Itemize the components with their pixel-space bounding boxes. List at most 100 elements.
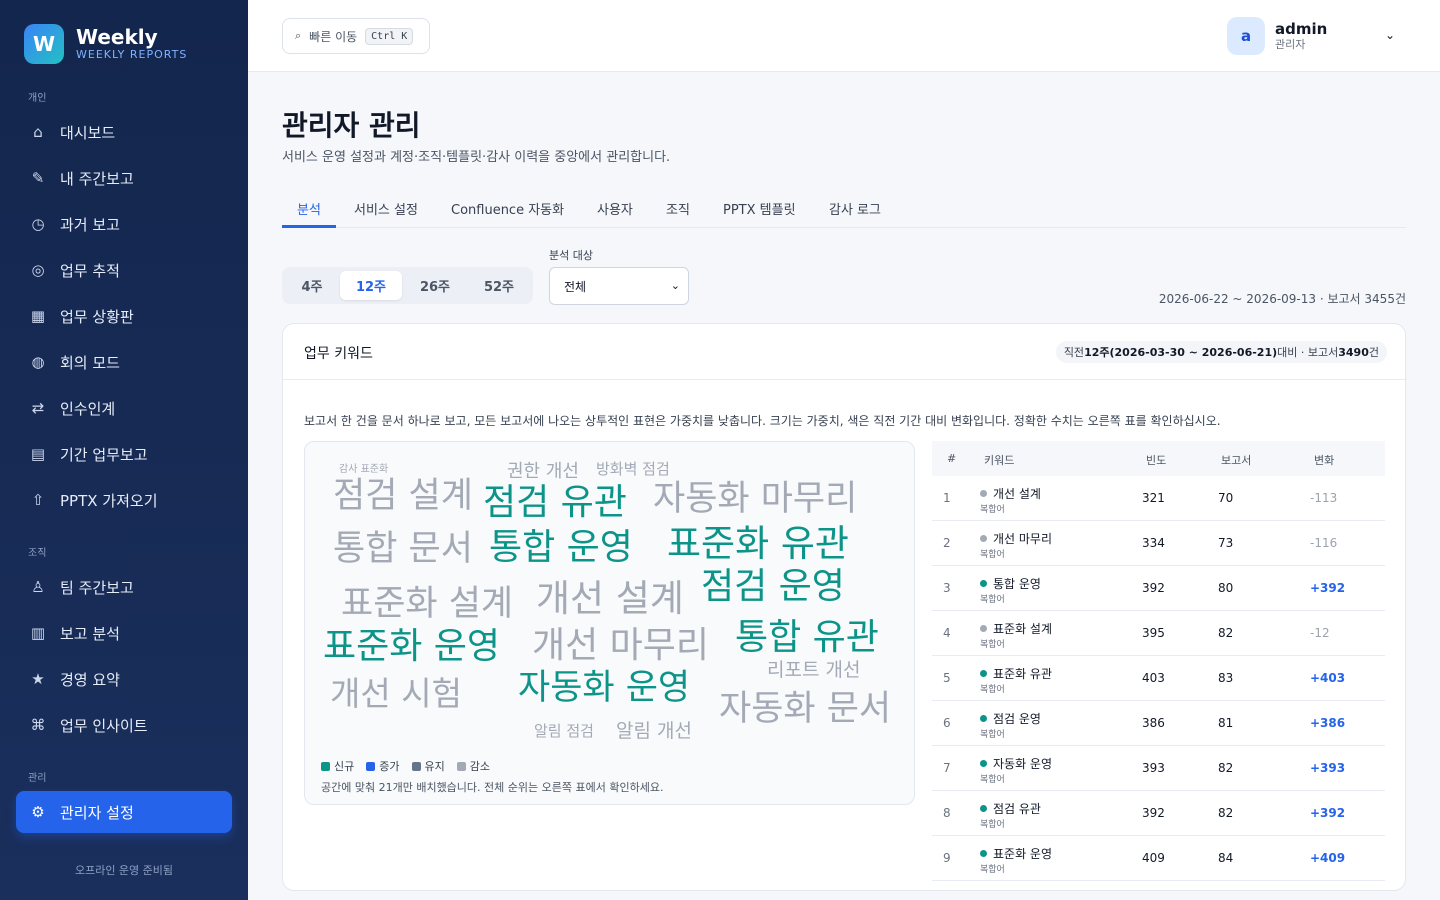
tab-analysis[interactable]: 분석: [297, 199, 321, 218]
sidebar-item-status-board[interactable]: ▦ 업무 상황판: [16, 295, 232, 337]
row-rank: 6: [943, 716, 951, 730]
keyword-table: # 키워드 빈도 보고서 변화 1 개선 설계 복합어 321 70 -113 2 개선 마무…: [932, 441, 1385, 881]
cloud-word[interactable]: 점검 유관: [483, 485, 627, 521]
star-icon: ★: [31, 670, 45, 688]
period-26w[interactable]: 26주: [404, 271, 466, 300]
table-row[interactable]: 4 표준화 설계 복합어 395 82 -12: [932, 611, 1385, 656]
sidebar: W Weekly WEEKLY REPORTS 개인 ⌂ 대시보드 ✎ 내 주간보고…: [0, 0, 248, 900]
cloud-word[interactable]: 개선 설계: [536, 580, 684, 617]
quick-jump-button[interactable]: ⌕ 빠른 이동 Ctrl K: [282, 18, 430, 54]
sidebar-item-dashboard[interactable]: ⌂ 대시보드: [16, 111, 232, 153]
cloud-word[interactable]: 점검 설계: [333, 479, 473, 514]
tab-service-settings[interactable]: 서비스 설정: [354, 199, 418, 218]
cloud-word[interactable]: 자동화 문서: [719, 692, 891, 727]
user-name: admin: [1275, 20, 1328, 38]
sidebar-item-label: 업무 인사이트: [60, 716, 148, 735]
table-row[interactable]: 6 점검 운영 복합어 386 81 +386: [932, 701, 1385, 746]
cloud-word[interactable]: 감사 표준화: [339, 465, 388, 475]
sidebar-item-work-insight[interactable]: ⌘ 업무 인사이트: [16, 704, 232, 746]
cloud-word[interactable]: 통합 문서: [333, 532, 473, 567]
cloud-word[interactable]: 방화벽 점검: [596, 462, 670, 477]
clock-icon: ◷: [31, 215, 45, 233]
quick-jump-label: 빠른 이동: [309, 29, 358, 44]
gear-icon: ⚙: [31, 803, 45, 821]
sidebar-item-task-tracking[interactable]: ◎ 업무 추적: [16, 249, 232, 291]
period-12w[interactable]: 12주: [340, 271, 402, 300]
period-52w[interactable]: 52주: [468, 271, 530, 300]
row-keyword: 점검 운영: [980, 710, 1041, 727]
tab-pptx-template[interactable]: PPTX 템플릿: [723, 199, 796, 218]
legend-label: 신규: [334, 760, 355, 773]
legend-label: 유지: [424, 760, 445, 773]
row-frequency: 321: [1142, 491, 1165, 505]
sidebar-item-pptx-import[interactable]: ⇧ PPTX 가져오기: [16, 479, 232, 521]
home-icon: ⌂: [33, 123, 43, 141]
tab-organization[interactable]: 조직: [666, 199, 690, 218]
trend-dot: [980, 625, 987, 632]
table-row[interactable]: 7 자동화 운영 복합어 393 82 +393: [932, 746, 1385, 791]
trend-dot: [980, 670, 987, 677]
sidebar-item-past-reports[interactable]: ◷ 과거 보고: [16, 203, 232, 245]
table-row[interactable]: 9 표준화 운영 복합어 409 84 +409: [932, 836, 1385, 881]
row-frequency: 386: [1142, 716, 1165, 730]
cloud-word[interactable]: 표준화 설계: [341, 587, 513, 622]
table-row[interactable]: 1 개선 설계 복합어 321 70 -113: [932, 476, 1385, 521]
table-row[interactable]: 5 표준화 유관 복합어 403 83 +403: [932, 656, 1385, 701]
cloud-word[interactable]: 알림 점검: [534, 724, 594, 739]
row-keyword-type: 복합어: [980, 505, 1005, 515]
target-select[interactable]: 전체 ⌄: [549, 267, 689, 305]
cloud-word[interactable]: 통합 운영: [489, 530, 633, 566]
row-frequency: 392: [1142, 806, 1165, 820]
sidebar-item-period-report[interactable]: ▤ 기간 업무보고: [16, 433, 232, 475]
target-label: 분석 대상: [549, 249, 593, 262]
trend-dot: [980, 580, 987, 587]
cloud-word[interactable]: 표준화 유관: [667, 525, 849, 562]
table-row[interactable]: 8 점검 유관 복합어 392 82 +392: [932, 791, 1385, 836]
cloud-word[interactable]: 알림 개선: [616, 722, 692, 741]
chevron-down-icon[interactable]: ⌄: [1385, 28, 1395, 42]
tab-confluence[interactable]: Confluence 자동화: [451, 199, 564, 218]
row-keyword-text: 개선 설계: [993, 487, 1041, 501]
row-keyword-type: 복합어: [980, 595, 1005, 605]
sidebar-item-meeting-mode[interactable]: ◍ 회의 모드: [16, 341, 232, 383]
pencil-icon: ✎: [31, 169, 45, 187]
cloud-word[interactable]: 권한 개선: [507, 463, 579, 481]
sidebar-item-report-analysis[interactable]: ▥ 보고 분석: [16, 612, 232, 654]
list-icon: ▤: [30, 445, 46, 463]
brand[interactable]: W Weekly WEEKLY REPORTS: [24, 24, 187, 64]
row-keyword-type: 복합어: [980, 640, 1005, 650]
cloud-word[interactable]: 표준화 운영: [323, 629, 500, 665]
tab-users[interactable]: 사용자: [597, 199, 633, 218]
period-4w[interactable]: 4주: [286, 271, 338, 300]
sidebar-item-team-weekly[interactable]: ♙ 팀 주간보고: [16, 566, 232, 608]
table-row[interactable]: 3 통합 운영 복합어 392 80 +392: [932, 566, 1385, 611]
cloud-word[interactable]: 개선 시험: [330, 677, 462, 710]
cloud-word[interactable]: 통합 유관: [735, 620, 879, 656]
cloud-word[interactable]: 자동화 마무리: [653, 482, 857, 517]
table-row[interactable]: 2 개선 마무리 복합어 334 73 -116: [932, 521, 1385, 566]
cloud-word[interactable]: 점검 운영: [701, 569, 845, 605]
date-range: 2026-06-22 ~ 2026-09-13 · 보고서 3455건: [1158, 292, 1406, 306]
user-role: 관리자: [1275, 38, 1306, 51]
row-keyword-type: 복합어: [980, 775, 1005, 785]
sidebar-item-handover[interactable]: ⇄ 인수인계: [16, 387, 232, 429]
cloud-word[interactable]: 자동화 운영: [518, 671, 690, 706]
legend-item: 유지: [411, 758, 445, 774]
sidebar-item-my-weekly[interactable]: ✎ 내 주간보고: [16, 157, 232, 199]
user-menu[interactable]: a admin 관리자: [1227, 17, 1327, 55]
sidebar-item-label: 업무 상황판: [60, 307, 134, 326]
legend-swatch: [456, 762, 466, 771]
legend-item: 감소: [456, 758, 490, 774]
sidebar-item-executive-summary[interactable]: ★ 경영 요약: [16, 658, 232, 700]
row-change: -113: [1310, 491, 1338, 505]
column-header: 보고서: [1221, 454, 1252, 467]
tab-audit-log[interactable]: 감사 로그: [829, 199, 881, 218]
trend-dot: [980, 535, 987, 542]
row-keyword: 개선 설계: [980, 485, 1041, 502]
legend-swatch: [411, 762, 421, 771]
row-change: +403: [1310, 671, 1346, 685]
cloud-word[interactable]: 개선 마무리: [532, 628, 709, 664]
cloud-word[interactable]: 리포트 개선: [767, 661, 860, 680]
sidebar-item-admin-settings[interactable]: ⚙ 관리자 설정: [16, 791, 232, 833]
sidebar-item-label: 회의 모드: [60, 353, 120, 372]
